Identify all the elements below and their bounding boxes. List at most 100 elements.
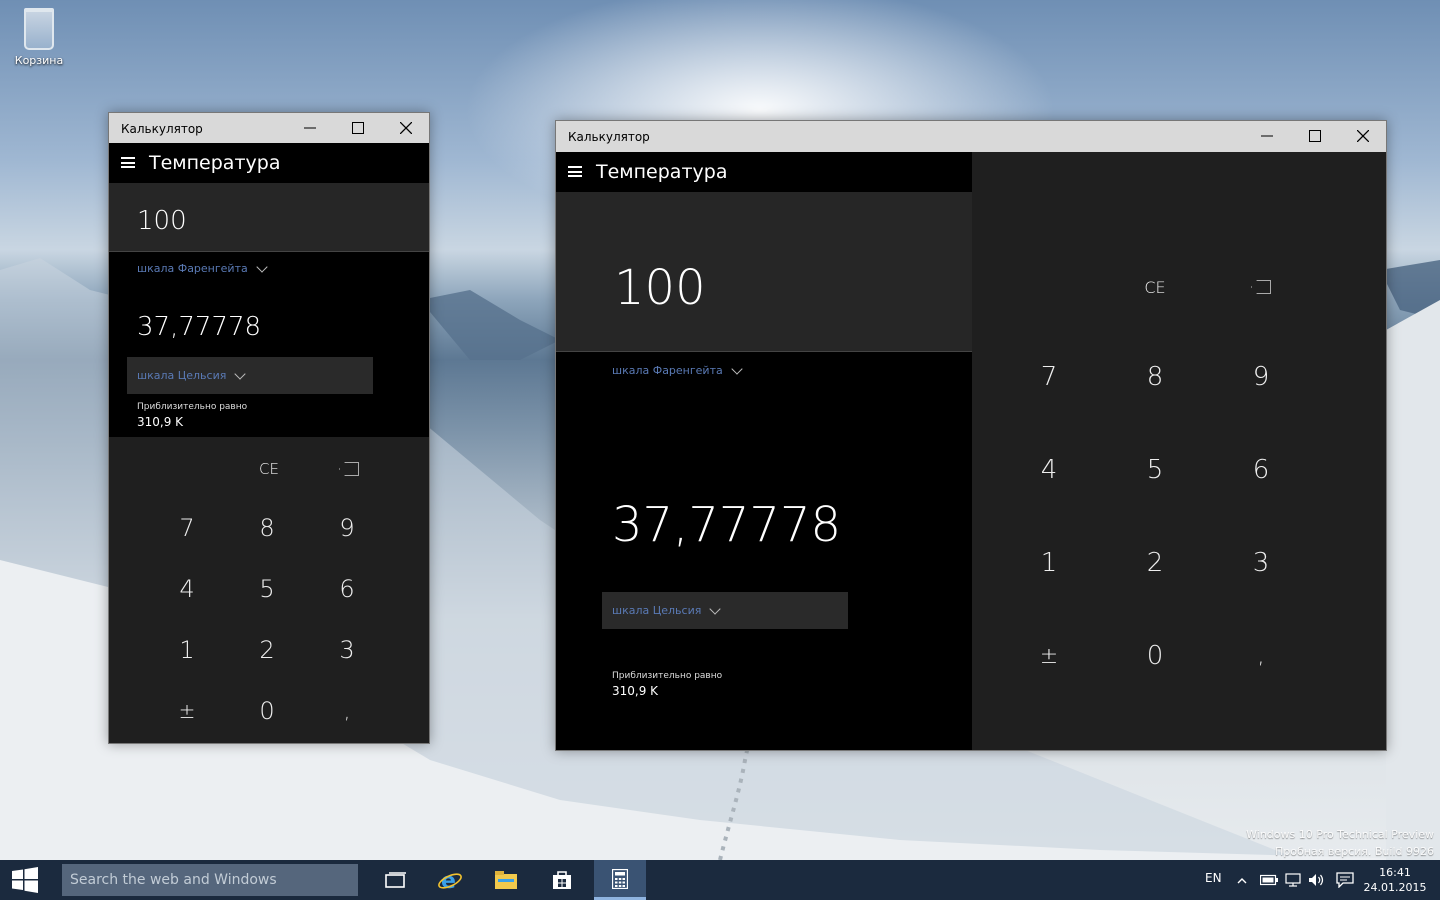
- search-box[interactable]: Search the web and Windows: [62, 864, 358, 896]
- network-icon: [1285, 873, 1301, 887]
- task-view-button[interactable]: [370, 860, 422, 900]
- minimize-icon: [1261, 135, 1273, 137]
- digit-1-button[interactable]: 1: [147, 622, 227, 678]
- approx-label: Приблизительно равно: [612, 671, 723, 681]
- input-value-field[interactable]: 100: [109, 183, 429, 252]
- close-button[interactable]: [383, 113, 429, 143]
- digit-6-button[interactable]: 6: [307, 561, 387, 617]
- digit-5-button[interactable]: 5: [1102, 425, 1208, 515]
- to-unit-dropdown[interactable]: шкала Цельсия: [602, 592, 848, 629]
- conversion-panel: шкала Фаренгейта 37,77778 шкала Цельсия …: [109, 252, 429, 437]
- window-title: Калькулятор: [568, 130, 650, 144]
- to-unit-label: шкала Цельсия: [612, 604, 702, 617]
- keypad: CE 7 8 9 4 5 6 1 2 3 ± 0 ,: [109, 438, 429, 743]
- maximize-button[interactable]: [335, 113, 381, 143]
- language-indicator[interactable]: EN: [1205, 858, 1222, 898]
- decimal-button[interactable]: ,: [307, 683, 387, 739]
- digit-8-button[interactable]: 8: [1102, 332, 1208, 422]
- backspace-button[interactable]: [1208, 262, 1314, 312]
- keypad: CE 7 8 9 4 5 6 1 2 3 ± 0 ,: [972, 152, 1386, 750]
- from-unit-label: шкала Фаренгейта: [612, 364, 723, 377]
- close-button[interactable]: [1340, 121, 1386, 151]
- internet-explorer-button[interactable]: e: [424, 860, 476, 900]
- store-button[interactable]: [536, 860, 588, 900]
- maximize-icon: [352, 122, 364, 134]
- to-unit-label: шкала Цельсия: [137, 369, 227, 382]
- approx-value: 310,9 K: [612, 684, 659, 698]
- from-unit-dropdown[interactable]: шкала Фаренгейта: [137, 260, 268, 275]
- internet-explorer-icon: e: [438, 869, 462, 892]
- app-header: Температура: [556, 152, 972, 192]
- show-hidden-icons-button[interactable]: [1237, 860, 1247, 900]
- digit-2-button[interactable]: 2: [1102, 518, 1208, 608]
- title-bar[interactable]: Калькулятор: [109, 113, 429, 143]
- digit-0-button[interactable]: 0: [1102, 611, 1208, 701]
- plus-minus-button[interactable]: ±: [996, 611, 1102, 701]
- task-view-icon: [385, 872, 406, 888]
- recycle-bin-shortcut[interactable]: Корзина: [12, 6, 66, 67]
- chevron-up-icon: [1237, 878, 1247, 884]
- calculator-taskbar-button[interactable]: [594, 860, 646, 900]
- clock-time: 16:41: [1379, 866, 1411, 879]
- action-center-button[interactable]: [1336, 860, 1354, 900]
- window-title: Калькулятор: [121, 122, 203, 136]
- chevron-down-icon: [731, 362, 743, 375]
- from-unit-label: шкала Фаренгейта: [137, 262, 248, 275]
- mode-title: Температура: [596, 161, 728, 183]
- digit-4-button[interactable]: 4: [996, 425, 1102, 515]
- digit-9-button[interactable]: 9: [307, 500, 387, 556]
- digit-3-button[interactable]: 3: [307, 622, 387, 678]
- plus-minus-button[interactable]: ±: [147, 683, 227, 739]
- maximize-icon: [1309, 130, 1321, 142]
- from-unit-dropdown[interactable]: шкала Фаренгейта: [612, 362, 743, 377]
- digit-9-button[interactable]: 9: [1208, 332, 1314, 422]
- watermark-line-2: Пробная версия. Build 9926: [1275, 845, 1434, 858]
- digit-3-button[interactable]: 3: [1208, 518, 1314, 608]
- notifications-icon: [1336, 872, 1354, 888]
- result-value: 37,77778: [137, 312, 262, 342]
- approximate-block: Приблизительно равно 310,9 K: [612, 671, 722, 698]
- input-value: 100: [614, 260, 706, 316]
- app-header: Температура: [109, 143, 429, 183]
- calculator-window-large: Калькулятор Температура 100 шкала Фаренг…: [555, 120, 1387, 751]
- file-explorer-button[interactable]: [480, 860, 532, 900]
- chevron-down-icon: [709, 602, 722, 615]
- hamburger-menu-icon[interactable]: [121, 157, 135, 168]
- input-value-field[interactable]: 100: [556, 192, 972, 352]
- clock[interactable]: 16:41 24.01.2015: [1362, 860, 1428, 900]
- digit-1-button[interactable]: 1: [996, 518, 1102, 608]
- battery-tray-button[interactable]: [1260, 860, 1278, 900]
- backspace-icon: [1251, 280, 1271, 294]
- maximize-button[interactable]: [1292, 121, 1338, 151]
- clear-entry-button[interactable]: CE: [1102, 262, 1208, 312]
- digit-7-button[interactable]: 7: [147, 500, 227, 556]
- backspace-button[interactable]: [309, 450, 389, 488]
- digit-7-button[interactable]: 7: [996, 332, 1102, 422]
- approx-label: Приблизительно равно: [137, 402, 248, 412]
- calculator-window-small: Калькулятор Температура 100 шкала Фаренг…: [108, 112, 430, 744]
- recycle-bin-label: Корзина: [14, 54, 64, 67]
- calculator-icon: [612, 868, 628, 889]
- volume-tray-button[interactable]: [1308, 860, 1326, 900]
- clear-entry-button[interactable]: CE: [229, 450, 309, 488]
- network-tray-button[interactable]: [1285, 860, 1301, 900]
- title-bar[interactable]: Калькулятор: [556, 121, 1386, 152]
- minimize-button[interactable]: [1244, 121, 1290, 151]
- digit-6-button[interactable]: 6: [1208, 425, 1314, 515]
- store-icon: [553, 871, 571, 889]
- start-button[interactable]: [0, 860, 50, 900]
- digit-0-button[interactable]: 0: [227, 683, 307, 739]
- digit-8-button[interactable]: 8: [227, 500, 307, 556]
- approx-value: 310,9 K: [137, 415, 184, 429]
- hamburger-menu-icon[interactable]: [568, 166, 582, 177]
- digit-2-button[interactable]: 2: [227, 622, 307, 678]
- backspace-icon: [339, 462, 359, 476]
- battery-icon: [1260, 874, 1278, 886]
- decimal-button[interactable]: ,: [1208, 611, 1314, 701]
- digit-4-button[interactable]: 4: [147, 561, 227, 617]
- minimize-button[interactable]: [287, 113, 333, 143]
- digit-5-button[interactable]: 5: [227, 561, 307, 617]
- to-unit-dropdown[interactable]: шкала Цельсия: [127, 357, 373, 394]
- input-value: 100: [137, 206, 187, 236]
- mode-title: Температура: [149, 152, 281, 174]
